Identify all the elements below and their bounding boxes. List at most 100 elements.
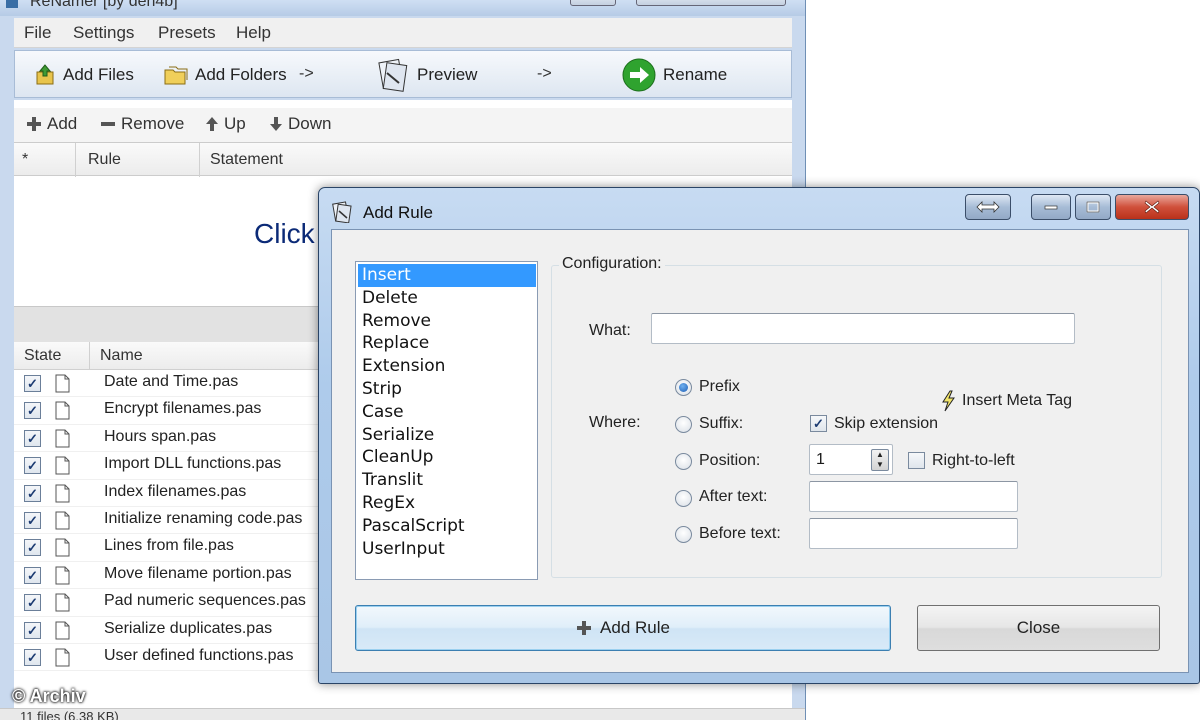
rule-type-item-delete[interactable]: Delete: [358, 287, 536, 310]
remove-label: Remove: [121, 114, 185, 133]
column-statement[interactable]: Statement: [200, 143, 792, 177]
close-window-button[interactable]: [1115, 194, 1189, 220]
file-checkbox[interactable]: ✓: [24, 375, 41, 392]
file-name: Hours span.pas: [104, 427, 217, 445]
file-name: Import DLL functions.pas: [104, 455, 282, 473]
file-checkbox[interactable]: ✓: [24, 457, 41, 475]
before-text-input[interactable]: [809, 518, 1018, 549]
insert-meta-tag-button[interactable]: Insert Meta Tag: [940, 390, 1072, 412]
add-rule-button[interactable]: Add Rule: [355, 605, 891, 651]
rules-empty-hint[interactable]: Click: [254, 218, 315, 250]
column-state[interactable]: State: [14, 342, 90, 370]
document-icon: [55, 374, 70, 393]
dialog-app-icon: [332, 201, 352, 223]
move-down-button[interactable]: Down: [269, 114, 331, 134]
minimize-icon: [1044, 205, 1058, 210]
menu-help[interactable]: Help: [236, 23, 271, 43]
down-label: Down: [288, 114, 332, 133]
window-controls[interactable]: [636, 0, 786, 6]
main-window-title: ReNamer [by den4b]: [30, 0, 178, 10]
minimize-button[interactable]: [1031, 194, 1071, 220]
what-input[interactable]: [651, 313, 1075, 344]
position-radio[interactable]: [675, 453, 692, 470]
suffix-radio[interactable]: [675, 416, 692, 433]
after-text-input[interactable]: [809, 481, 1018, 512]
dialog-client-area: Insert Delete Remove Replace Extension Strip C…: [331, 229, 1189, 673]
main-toolbar: Add Files Add Folders -> Preview -> Rena…: [14, 50, 792, 98]
rule-type-item-pascalscript[interactable]: PascalScript: [358, 515, 536, 538]
preview-button[interactable]: Preview: [375, 55, 477, 95]
position-spinner[interactable]: 1 ▲ ▼: [809, 444, 893, 475]
menu-bar: File Settings Presets Help: [14, 18, 792, 48]
minimize-button[interactable]: [570, 0, 616, 6]
column-index[interactable]: *: [14, 143, 76, 177]
document-icon: [55, 484, 70, 503]
rule-type-item-strip[interactable]: Strip: [358, 378, 536, 401]
close-button[interactable]: Close: [917, 605, 1160, 651]
rule-type-item-serialize[interactable]: Serialize: [358, 424, 536, 447]
rule-type-item-regex[interactable]: RegEx: [358, 492, 536, 515]
before-text-radio[interactable]: [675, 526, 692, 543]
add-rule-toolbar-button[interactable]: Add: [26, 114, 77, 134]
status-bar: 11 files (6.38 KB): [0, 708, 805, 720]
arrow-down-icon: [270, 117, 282, 131]
document-icon: [55, 648, 70, 667]
add-files-button[interactable]: Add Files: [33, 59, 134, 91]
add-folders-button[interactable]: Add Folders: [163, 59, 287, 91]
right-to-left-label: Right-to-left: [932, 452, 1015, 469]
rule-type-item-translit[interactable]: Translit: [358, 469, 536, 492]
file-name: Serialize duplicates.pas: [104, 619, 273, 637]
rule-type-item-userinput[interactable]: UserInput: [358, 538, 536, 561]
right-to-left-checkbox[interactable]: [908, 452, 925, 469]
rename-arrow-icon: [622, 58, 656, 92]
remove-rule-button[interactable]: Remove: [100, 114, 184, 134]
file-checkbox[interactable]: ✓: [24, 566, 41, 584]
prefix-radio[interactable]: [675, 379, 692, 396]
what-label: What:: [589, 322, 631, 339]
move-up-button[interactable]: Up: [205, 114, 246, 134]
file-name: Date and Time.pas: [104, 373, 239, 390]
file-checkbox[interactable]: ✓: [24, 539, 41, 557]
add-folders-icon: [164, 66, 188, 85]
lightning-icon: [942, 390, 955, 412]
file-checkbox[interactable]: ✓: [24, 621, 41, 639]
close-icon: [1144, 200, 1160, 214]
skip-extension-checkbox[interactable]: ✓: [810, 415, 827, 432]
maximize-icon: [1086, 201, 1100, 213]
column-rule[interactable]: Rule: [76, 143, 200, 177]
plus-icon: [27, 117, 41, 131]
menu-file[interactable]: File: [24, 23, 51, 43]
after-text-label: After text:: [699, 488, 768, 505]
rename-label: Rename: [663, 65, 728, 84]
rule-type-item-insert[interactable]: Insert: [358, 264, 536, 287]
add-rule-label: Add Rule: [600, 618, 670, 637]
document-icon: [55, 566, 70, 585]
menu-presets[interactable]: Presets: [158, 23, 216, 43]
rule-type-item-remove[interactable]: Remove: [358, 310, 536, 333]
rule-type-item-extension[interactable]: Extension: [358, 355, 536, 378]
resize-button[interactable]: [965, 194, 1011, 220]
rename-button[interactable]: Rename: [621, 55, 727, 95]
rule-type-item-replace[interactable]: Replace: [358, 332, 536, 355]
file-checkbox[interactable]: ✓: [24, 429, 41, 447]
file-checkbox[interactable]: ✓: [24, 402, 41, 420]
rule-type-item-case[interactable]: Case: [358, 401, 536, 424]
rule-type-list[interactable]: Insert Delete Remove Replace Extension Strip C…: [355, 261, 538, 580]
minus-icon: [101, 122, 115, 126]
file-checkbox[interactable]: ✓: [24, 649, 41, 666]
insert-meta-tag-label: Insert Meta Tag: [962, 392, 1072, 409]
preview-icon: [378, 58, 408, 92]
maximize-button[interactable]: [1075, 194, 1111, 220]
plus-icon: [577, 621, 592, 635]
document-icon: [55, 401, 70, 420]
up-label: Up: [224, 114, 246, 133]
rule-type-item-cleanup[interactable]: CleanUp: [358, 446, 536, 469]
file-checkbox[interactable]: ✓: [24, 484, 41, 502]
file-checkbox[interactable]: ✓: [24, 594, 41, 612]
after-text-radio[interactable]: [675, 490, 692, 507]
menu-settings[interactable]: Settings: [73, 23, 134, 43]
spin-updown-icon[interactable]: ▲ ▼: [871, 449, 889, 471]
add-folders-label: Add Folders: [195, 65, 287, 84]
file-checkbox[interactable]: ✓: [24, 512, 41, 529]
add-rule-dialog: Add Rule Insert Delete Remove Replace Extens…: [318, 187, 1200, 684]
